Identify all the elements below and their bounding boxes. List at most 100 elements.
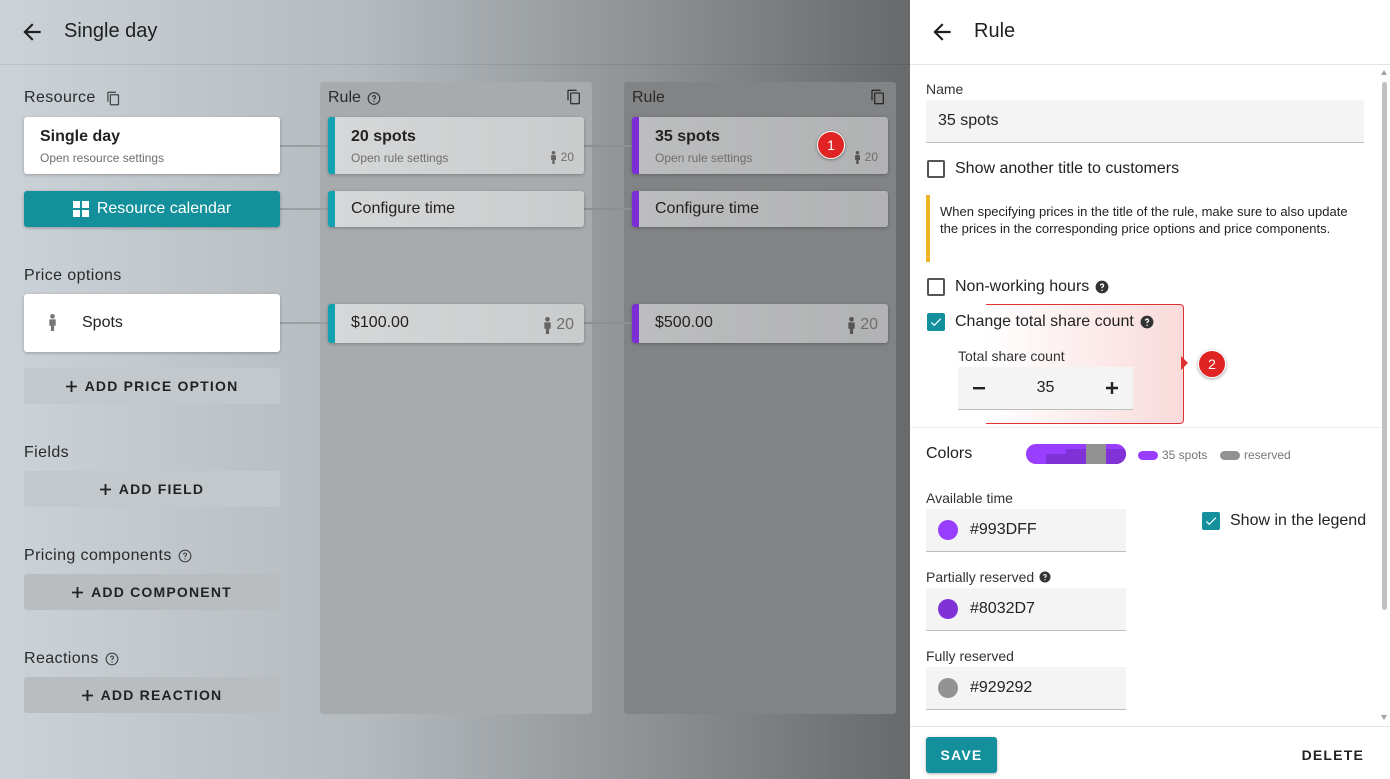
person-icon	[542, 316, 553, 334]
color-dot	[938, 678, 958, 698]
available-color-field[interactable]: #993DFF	[926, 509, 1126, 552]
resource-header: Resource	[24, 89, 121, 107]
add-component-button[interactable]: ADD COMPONENT	[24, 574, 280, 610]
add-price-option-button[interactable]: ADD PRICE OPTION	[24, 368, 280, 404]
page-title: Single day	[64, 20, 158, 42]
full-color-field[interactable]: #929292	[926, 667, 1126, 710]
help-icon[interactable]	[1095, 280, 1109, 294]
price-option-spots[interactable]: Spots	[24, 294, 280, 352]
help-icon[interactable]	[367, 91, 381, 105]
rule-2-price-count: 20	[846, 316, 878, 334]
resource-card[interactable]: Single day Open resource settings	[24, 117, 280, 174]
rule-1-title: 20 spots	[351, 128, 416, 145]
rule-column-2	[624, 82, 896, 714]
rule-2-price[interactable]: $500.00 20	[632, 304, 888, 343]
rule-2-configure-time[interactable]: Configure time	[632, 191, 888, 227]
legend-item-rule: 35 spots	[1138, 448, 1207, 462]
pricing-components-label: Pricing components	[24, 547, 172, 564]
fields-header: Fields	[24, 444, 70, 461]
decrement-button[interactable]	[958, 367, 1000, 410]
legend-rule-label: 35 spots	[1162, 448, 1208, 462]
legend-swatch	[1220, 450, 1240, 460]
non-working-hours-checkbox[interactable]: Non-working hours	[927, 278, 1109, 296]
increment-button[interactable]	[1091, 367, 1133, 410]
rule-2-count: 20	[853, 150, 878, 164]
arrow-left-icon	[23, 23, 41, 41]
person-icon	[47, 314, 58, 331]
rule-2-configure-label: Configure time	[655, 200, 760, 217]
total-share-value[interactable]: 35	[1000, 379, 1091, 397]
connector	[280, 322, 328, 324]
grid-icon	[72, 201, 89, 217]
total-share-stepper: 35	[958, 367, 1133, 410]
top-bar: Single day	[0, 0, 910, 65]
person-icon	[846, 316, 857, 334]
rule-1-subtitle: Open rule settings	[351, 151, 449, 165]
available-time-label: Available time	[926, 490, 1013, 506]
back-button[interactable]	[18, 18, 46, 46]
checkbox-unchecked-icon	[927, 160, 945, 178]
connector	[280, 145, 328, 147]
copy-icon[interactable]	[106, 91, 121, 106]
fully-reserved-label: Fully reserved	[926, 648, 1014, 664]
connector	[584, 322, 632, 324]
show-another-title-checkbox[interactable]: Show another title to customers	[927, 160, 1179, 178]
connector	[584, 145, 632, 147]
rule-1-price-value: $100.00	[351, 314, 409, 331]
panel-back-button[interactable]	[928, 18, 956, 46]
plus-icon	[1106, 382, 1118, 394]
scroll-down-arrow[interactable]	[1381, 715, 1387, 720]
rule-2-title: 35 spots	[655, 128, 720, 145]
color-dot	[938, 599, 958, 619]
scroll-up-arrow[interactable]	[1381, 70, 1387, 75]
save-button[interactable]: SAVE	[926, 737, 997, 773]
help-icon[interactable]	[105, 652, 119, 666]
rule-1-configure-label: Configure time	[351, 200, 456, 217]
add-reaction-label: ADD REACTION	[100, 687, 223, 703]
partial-color-field[interactable]: #8032D7	[926, 588, 1126, 631]
legend-reserved-label: reserved	[1244, 448, 1291, 462]
show-in-legend-checkbox[interactable]: Show in the legend	[1202, 512, 1366, 530]
resource-calendar-button[interactable]: Resource calendar	[24, 191, 280, 227]
color-preview-bar	[1026, 444, 1126, 464]
available-color-value: #993DFF	[970, 521, 1037, 538]
reactions-label: Reactions	[24, 650, 99, 667]
delete-button[interactable]: DELETE	[1302, 737, 1364, 773]
total-share-label: Total share count	[958, 348, 1065, 364]
add-price-option-label: ADD PRICE OPTION	[84, 378, 239, 394]
rule-1-card[interactable]: 20 spots Open rule settings 20	[328, 117, 584, 174]
rule-2-card[interactable]: 35 spots Open rule settings 20	[632, 117, 888, 174]
partial-color-value: #8032D7	[970, 600, 1035, 617]
legend-item-reserved: reserved	[1220, 448, 1291, 462]
copy-icon[interactable]	[870, 89, 886, 105]
rule-1-price-count: 20	[542, 316, 574, 334]
partially-reserved-text: Partially reserved	[926, 569, 1035, 585]
person-icon	[853, 150, 862, 164]
change-share-count-checkbox[interactable]: Change total share count	[927, 313, 1154, 331]
plus-icon	[65, 380, 77, 392]
rule-1-price-count-value: 20	[556, 316, 574, 333]
help-icon[interactable]	[1039, 571, 1051, 583]
rule-2-count-value: 20	[864, 150, 878, 164]
rule-1-count-value: 20	[560, 150, 574, 164]
name-field[interactable]: 35 spots	[926, 100, 1364, 143]
plus-icon	[99, 483, 111, 495]
rule-1-header: Rule	[328, 89, 381, 107]
colors-label: Colors	[926, 445, 973, 462]
name-value: 35 spots	[938, 112, 999, 129]
rule-1-price[interactable]: $100.00 20	[328, 304, 584, 343]
help-icon[interactable]	[178, 549, 192, 563]
rule-1-configure-time[interactable]: Configure time	[328, 191, 584, 227]
resource-card-subtitle: Open resource settings	[40, 151, 165, 165]
checkbox-checked-icon	[927, 313, 945, 331]
scroll-thumb[interactable]	[1382, 82, 1387, 610]
help-icon[interactable]	[1140, 315, 1154, 329]
add-field-button[interactable]: ADD FIELD	[24, 471, 280, 507]
resource-editor: Single day Resource Single day Open reso…	[0, 0, 910, 779]
minus-icon	[973, 386, 985, 389]
rule-column-1	[320, 82, 592, 714]
copy-icon[interactable]	[566, 89, 582, 105]
connector	[584, 208, 632, 210]
add-reaction-button[interactable]: ADD REACTION	[24, 677, 280, 713]
price-notice: When specifying prices in the title of t…	[926, 195, 1362, 262]
